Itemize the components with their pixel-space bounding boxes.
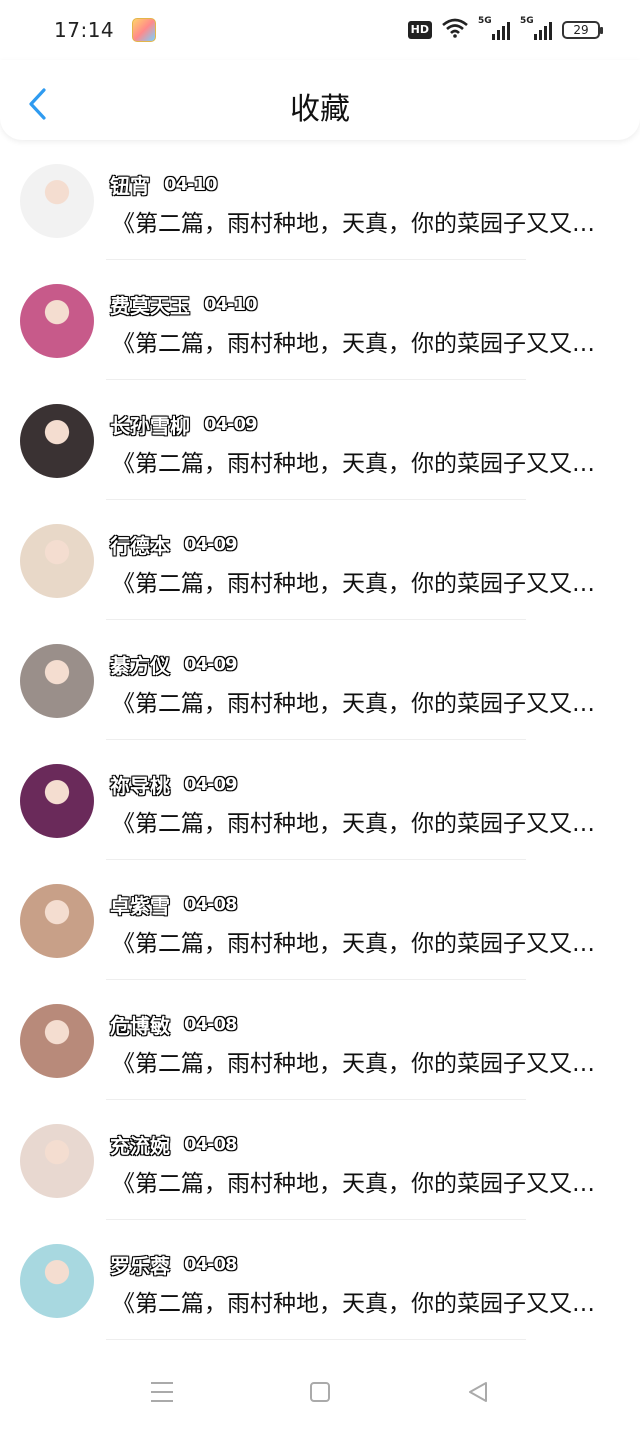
avatar[interactable] bbox=[20, 524, 94, 598]
list-item[interactable]: 充流婉 04-08 《第二篇，雨村种地，天真，你的菜园子又又又又长草了》 bbox=[0, 1100, 640, 1220]
preview-text: 《第二篇，雨村种地，天真，你的菜园子又又又又长草了》 bbox=[112, 811, 612, 837]
system-nav-bar bbox=[0, 1350, 640, 1433]
date-label: 04-08 bbox=[184, 1254, 238, 1275]
list-item[interactable]: 行德本 04-09 《第二篇，雨村种地，天真，你的菜园子又又又又长草了》 bbox=[0, 500, 640, 620]
menu-button[interactable] bbox=[142, 1372, 182, 1412]
status-bar: 17:14 HD 5G 5G 29 bbox=[0, 0, 640, 60]
app-notification-icon bbox=[132, 18, 157, 42]
user-name: 危博敏 bbox=[110, 1014, 170, 1038]
preview-text: 《第二篇，雨村种地，天真，你的菜园子又又又又长草了》 bbox=[112, 331, 612, 357]
menu-icon bbox=[151, 1381, 173, 1402]
list-item[interactable]: 罗乐蓉 04-08 《第二篇，雨村种地，天真，你的菜园子又又又又长草了》 bbox=[0, 1220, 640, 1340]
list-item[interactable]: 綦方仪 04-09 《第二篇，雨村种地，天真，你的菜园子又又又又长草了》 bbox=[0, 620, 640, 740]
preview-text: 《第二篇，雨村种地，天真，你的菜园子又又又又长草了》 bbox=[112, 451, 612, 477]
header: 收藏 bbox=[0, 60, 640, 140]
preview-text: 《第二篇，雨村种地，天真，你的菜园子又又又又长草了》 bbox=[112, 211, 612, 237]
preview-text: 《第二篇，雨村种地，天真，你的菜园子又又又又长草了》 bbox=[112, 571, 612, 597]
user-name: 罗乐蓉 bbox=[110, 1254, 170, 1278]
wifi-icon bbox=[442, 18, 468, 42]
battery-icon: 29 bbox=[562, 21, 603, 39]
status-right: HD 5G 5G 29 bbox=[407, 16, 603, 42]
page-title: 收藏 bbox=[290, 92, 350, 127]
name-row: 费莫天玉 04-10 bbox=[110, 290, 258, 319]
user-name: 长孙雪柳 bbox=[110, 414, 190, 438]
avatar[interactable] bbox=[20, 1124, 94, 1198]
date-label: 04-08 bbox=[184, 1134, 238, 1155]
name-row: 长孙雪柳 04-09 bbox=[110, 410, 258, 439]
back-triangle-icon bbox=[469, 1381, 487, 1402]
date-label: 04-08 bbox=[184, 1014, 238, 1035]
hd-icon: HD bbox=[407, 21, 432, 39]
name-row: 钮宵 04-10 bbox=[110, 170, 218, 199]
name-row: 行德本 04-09 bbox=[110, 530, 238, 559]
divider bbox=[106, 1339, 526, 1340]
user-name: 钮宵 bbox=[110, 174, 150, 198]
date-label: 04-09 bbox=[184, 774, 238, 795]
avatar[interactable] bbox=[20, 1244, 94, 1318]
cell-signal-icon-1: 5G bbox=[478, 16, 510, 40]
user-name: 卓紫雪 bbox=[110, 894, 170, 918]
avatar[interactable] bbox=[20, 764, 94, 838]
back-nav-button[interactable] bbox=[458, 1372, 498, 1412]
preview-text: 《第二篇，雨村种地，天真，你的菜园子又又又又长草了》 bbox=[112, 1051, 612, 1077]
avatar[interactable] bbox=[20, 284, 94, 358]
preview-text: 《第二篇，雨村种地，天真，你的菜园子又又又又长草了》 bbox=[112, 1291, 612, 1317]
user-name: 行德本 bbox=[110, 534, 170, 558]
name-row: 危博敏 04-08 bbox=[110, 1010, 238, 1039]
date-label: 04-09 bbox=[204, 414, 258, 435]
date-label: 04-09 bbox=[184, 534, 238, 555]
avatar[interactable] bbox=[20, 404, 94, 478]
list-item[interactable]: 费莫天玉 04-10 《第二篇，雨村种地，天真，你的菜园子又又又又长草了》 bbox=[0, 260, 640, 380]
date-label: 04-10 bbox=[204, 294, 258, 315]
list-item[interactable]: 卓紫雪 04-08 《第二篇，雨村种地，天真，你的菜园子又又又又长草了》 bbox=[0, 860, 640, 980]
user-name: 费莫天玉 bbox=[110, 294, 190, 318]
preview-text: 《第二篇，雨村种地，天真，你的菜园子又又又又长草了》 bbox=[112, 1171, 612, 1197]
avatar[interactable] bbox=[20, 164, 94, 238]
name-row: 卓紫雪 04-08 bbox=[110, 890, 238, 919]
avatar[interactable] bbox=[20, 1004, 94, 1078]
name-row: 充流婉 04-08 bbox=[110, 1130, 238, 1159]
home-square-icon bbox=[310, 1381, 330, 1402]
list-item[interactable]: 祢导桃 04-09 《第二篇，雨村种地，天真，你的菜园子又又又又长草了》 bbox=[0, 740, 640, 860]
date-label: 04-10 bbox=[164, 174, 218, 195]
preview-text: 《第二篇，雨村种地，天真，你的菜园子又又又又长草了》 bbox=[112, 931, 612, 957]
user-name: 祢导桃 bbox=[110, 774, 170, 798]
status-time: 17:14 bbox=[54, 18, 115, 42]
list-item[interactable]: 危博敏 04-08 《第二篇，雨村种地，天真，你的菜园子又又又又长草了》 bbox=[0, 980, 640, 1100]
list-item[interactable]: 钮宵 04-10 《第二篇，雨村种地，天真，你的菜园子又又又又长草了》 bbox=[0, 140, 640, 260]
preview-text: 《第二篇，雨村种地，天真，你的菜园子又又又又长草了》 bbox=[112, 691, 612, 717]
date-label: 04-09 bbox=[184, 654, 238, 675]
name-row: 罗乐蓉 04-08 bbox=[110, 1250, 238, 1279]
date-label: 04-08 bbox=[184, 894, 238, 915]
cell-signal-icon-2: 5G bbox=[520, 16, 552, 40]
user-name: 綦方仪 bbox=[110, 654, 170, 678]
home-button[interactable] bbox=[300, 1372, 340, 1412]
user-name: 充流婉 bbox=[110, 1134, 170, 1158]
status-left: 17:14 bbox=[54, 18, 157, 42]
list-item[interactable]: 长孙雪柳 04-09 《第二篇，雨村种地，天真，你的菜园子又又又又长草了》 bbox=[0, 380, 640, 500]
name-row: 祢导桃 04-09 bbox=[110, 770, 238, 799]
name-row: 綦方仪 04-09 bbox=[110, 650, 238, 679]
avatar[interactable] bbox=[20, 644, 94, 718]
favorites-list: 钮宵 04-10 《第二篇，雨村种地，天真，你的菜园子又又又又长草了》费莫天玉 04-… bbox=[0, 140, 640, 1340]
avatar[interactable] bbox=[20, 884, 94, 958]
